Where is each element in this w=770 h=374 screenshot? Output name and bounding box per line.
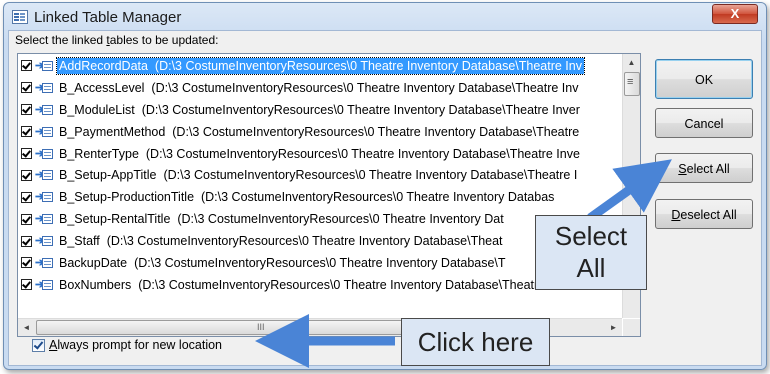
select-all-button[interactable]: Select All: [655, 153, 753, 183]
row-label: B_PaymentMethod (D:\3 CostumeInventoryRe…: [59, 124, 580, 139]
row-label: B_Staff (D:\3 CostumeInventoryResources\…: [59, 234, 503, 249]
linked-table-icon: ➔: [35, 126, 54, 138]
ok-button[interactable]: OK: [655, 59, 753, 99]
linked-table-icon: ➔: [35, 104, 54, 116]
table-row[interactable]: ➔ B_RenterType (D:\3 CostumeInventoryReso…: [18, 143, 622, 165]
linked-table-icon: ➔: [35, 213, 54, 225]
instruction-label: Select the linked tables to be updated:: [15, 33, 219, 47]
row-checkbox[interactable]: [21, 60, 32, 72]
linked-table-manager-dialog: Linked Table Manager X Select the linked…: [3, 2, 767, 370]
row-label: B_ModuleList (D:\3 CostumeInventoryResou…: [59, 102, 580, 117]
table-row[interactable]: ➔ B_Setup-AppTitle (D:\3 CostumeInventory…: [18, 164, 622, 186]
dialog-body: Select the linked tables to be updated: …: [8, 30, 762, 366]
table-manager-icon: [12, 10, 28, 24]
row-checkbox[interactable]: [21, 126, 32, 138]
row-label: BackupDate (D:\3 CostumeInventoryResourc…: [59, 255, 506, 270]
vertical-scroll-thumb[interactable]: [624, 72, 640, 96]
row-label: AddRecordData (D:\3 CostumeInventoryReso…: [56, 56, 585, 75]
table-row[interactable]: ➔ BoxNumbers (D:\3 CostumeInventoryResour…: [18, 274, 622, 296]
linked-table-icon: ➔: [35, 148, 54, 160]
row-checkbox[interactable]: [21, 169, 32, 181]
row-label: B_Setup-ProductionTitle (D:\3 CostumeInv…: [59, 190, 555, 205]
linked-table-icon: ➔: [35, 191, 54, 203]
always-prompt-label: Always prompt for new location: [49, 338, 222, 352]
scroll-up-icon[interactable]: ▲: [623, 54, 640, 71]
linked-table-icon: ➔: [35, 169, 54, 181]
scroll-right-icon[interactable]: ►: [605, 319, 622, 336]
linked-table-icon: ➔: [35, 257, 54, 269]
table-row[interactable]: ➔ B_ModuleList (D:\3 CostumeInventoryReso…: [18, 99, 622, 121]
row-checkbox[interactable]: [21, 257, 32, 269]
row-label: B_AccessLevel (D:\3 CostumeInventoryReso…: [59, 80, 579, 95]
linked-table-icon: ➔: [35, 235, 54, 247]
table-row[interactable]: ➔ B_Staff (D:\3 CostumeInventoryResources…: [18, 230, 622, 252]
linked-table-icon: ➔: [35, 60, 54, 72]
row-checkbox[interactable]: [21, 191, 32, 203]
select-all-callout: Select All: [535, 215, 647, 290]
row-checkbox[interactable]: [21, 104, 32, 116]
table-row[interactable]: ➔ B_Setup-ProductionTitle (D:\3 CostumeIn…: [18, 186, 622, 208]
table-row[interactable]: ➔ BackupDate (D:\3 CostumeInventoryResour…: [18, 252, 622, 274]
row-label: B_Setup-RentalTitle (D:\3 CostumeInvento…: [59, 212, 504, 227]
row-checkbox[interactable]: [21, 235, 32, 247]
deselect-all-button[interactable]: Deselect All: [655, 199, 753, 229]
table-row[interactable]: ➔ B_AccessLevel (D:\3 CostumeInventoryRes…: [18, 77, 622, 99]
scroll-corner: [623, 319, 640, 336]
table-row[interactable]: ➔ B_PaymentMethod (D:\3 CostumeInventoryR…: [18, 121, 622, 143]
list-rows: ➔ AddRecordData (D:\3 CostumeInventoryRes…: [18, 55, 622, 319]
row-label: B_Setup-AppTitle (D:\3 CostumeInventoryR…: [59, 168, 578, 183]
linked-tables-list[interactable]: ➔ AddRecordData (D:\3 CostumeInventoryRes…: [17, 53, 641, 337]
row-checkbox[interactable]: [21, 82, 32, 94]
row-checkbox[interactable]: [21, 279, 32, 291]
always-prompt-checkbox[interactable]: Always prompt for new location: [32, 338, 222, 352]
table-row[interactable]: ➔ B_Setup-RentalTitle (D:\3 CostumeInvent…: [18, 208, 622, 230]
cancel-button[interactable]: Cancel: [655, 108, 753, 138]
scroll-left-icon[interactable]: ◄: [18, 319, 35, 336]
row-checkbox[interactable]: [21, 148, 32, 159]
linked-table-icon: ➔: [35, 279, 54, 291]
title-bar: Linked Table Manager X: [4, 3, 766, 31]
window-title: Linked Table Manager: [34, 9, 182, 26]
row-label: B_RenterType (D:\3 CostumeInventoryResou…: [59, 146, 580, 161]
scroll-grip: III: [257, 322, 265, 332]
linked-table-icon: ➔: [35, 82, 54, 94]
row-checkbox[interactable]: [21, 213, 32, 225]
horizontal-scroll-thumb[interactable]: III: [36, 320, 448, 335]
click-here-callout: Click here: [401, 318, 550, 366]
always-prompt-checkbox-box[interactable]: [32, 338, 45, 352]
close-button[interactable]: X: [712, 4, 758, 24]
table-row[interactable]: ➔ AddRecordData (D:\3 CostumeInventoryRes…: [18, 55, 622, 77]
row-label: BoxNumbers (D:\3 CostumeInventoryResourc…: [59, 277, 580, 292]
